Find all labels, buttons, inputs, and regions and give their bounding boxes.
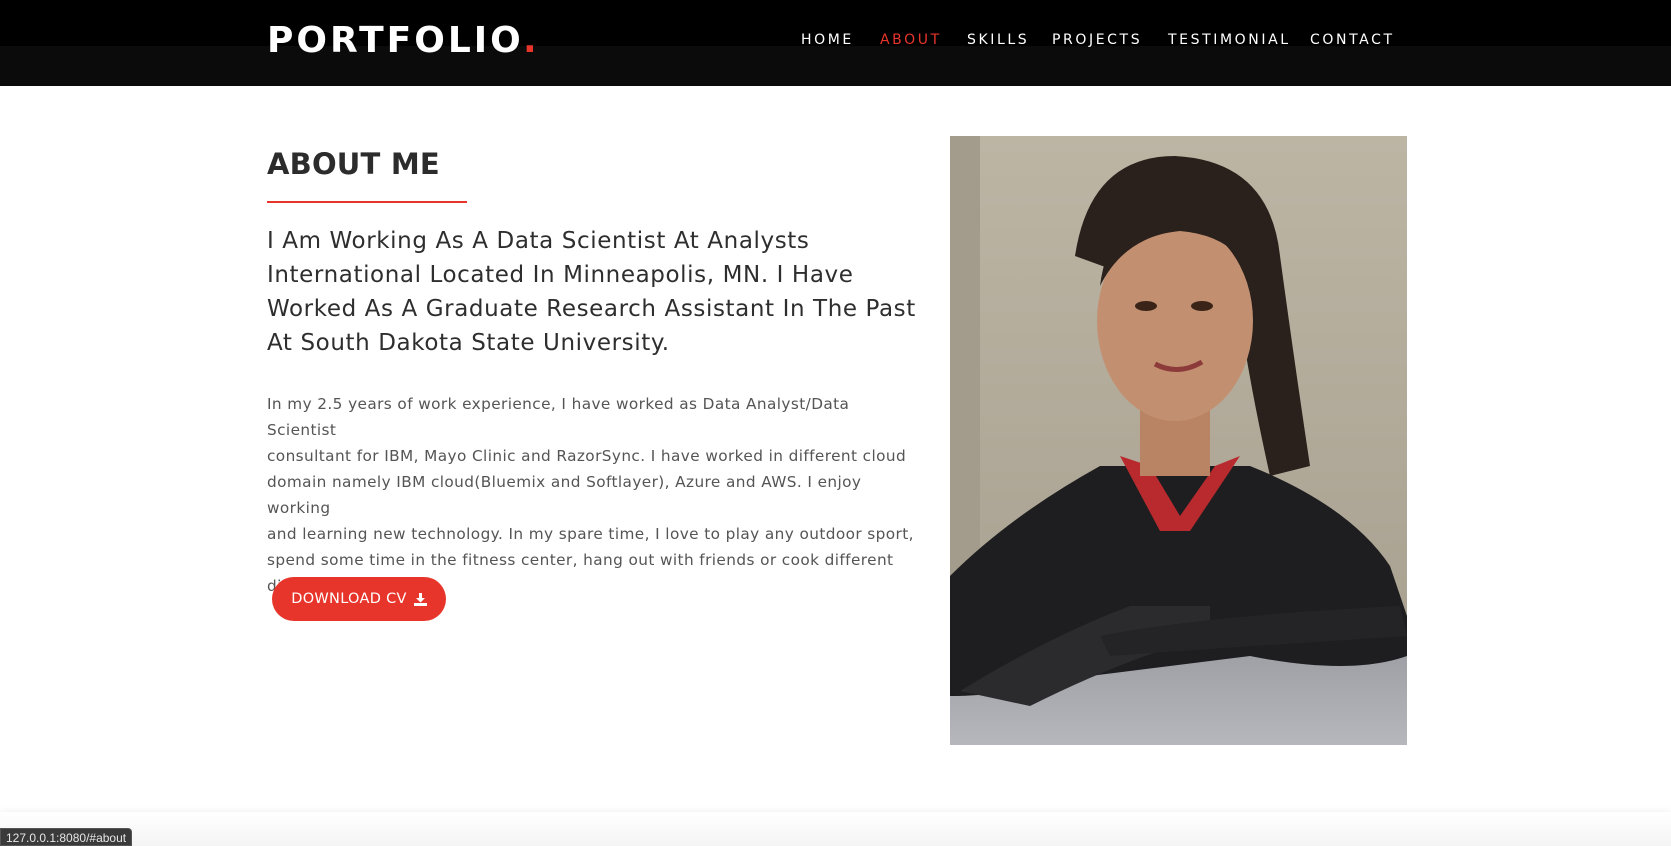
- nav-home[interactable]: HOME: [801, 32, 854, 48]
- title-underline: [267, 201, 467, 203]
- body-line: consultant for IBM, Mayo Clinic and Razo…: [267, 447, 907, 465]
- body-line: domain namely IBM cloud(Bluemix and Soft…: [267, 473, 862, 517]
- next-section-edge: [0, 812, 1671, 846]
- header-bar: PORTFOLIO. HOME ABOUT SKILLS PROJECTS TE…: [0, 0, 1671, 86]
- about-body: In my 2.5 years of work experience, I ha…: [267, 391, 917, 599]
- nav-contact[interactable]: CONTACT: [1310, 32, 1395, 48]
- body-line: In my 2.5 years of work experience, I ha…: [267, 395, 850, 439]
- nav-projects[interactable]: PROJECTS: [1052, 32, 1142, 48]
- about-title: ABOUT ME: [267, 147, 440, 181]
- profile-photo: [950, 136, 1407, 745]
- lead-line: Worked As A Graduate Research Assistant …: [267, 296, 916, 322]
- body-line: and learning new technology. In my spare…: [267, 525, 914, 543]
- nav-skills[interactable]: SKILLS: [967, 32, 1029, 48]
- browser-status-url: 127.0.0.1:8080/#about: [0, 828, 133, 846]
- download-cv-button[interactable]: DOWNLOAD CV: [272, 577, 446, 621]
- body-line: spend some time in the fitness center, h…: [267, 551, 894, 569]
- lead-line: I Am Working As A Data Scientist At Anal…: [267, 228, 810, 254]
- lead-line: At South Dakota State University.: [267, 330, 670, 356]
- about-lead: I Am Working As A Data Scientist At Anal…: [267, 224, 917, 360]
- download-cv-label: DOWNLOAD CV: [291, 591, 407, 607]
- download-icon: [413, 592, 427, 606]
- main-nav: HOME ABOUT SKILLS PROJECTS TESTIMONIAL C…: [0, 32, 1671, 52]
- nav-testimonial[interactable]: TESTIMONIAL: [1168, 32, 1291, 48]
- nav-about[interactable]: ABOUT: [880, 32, 942, 48]
- lead-line: International Located In Minneapolis, MN…: [267, 262, 854, 288]
